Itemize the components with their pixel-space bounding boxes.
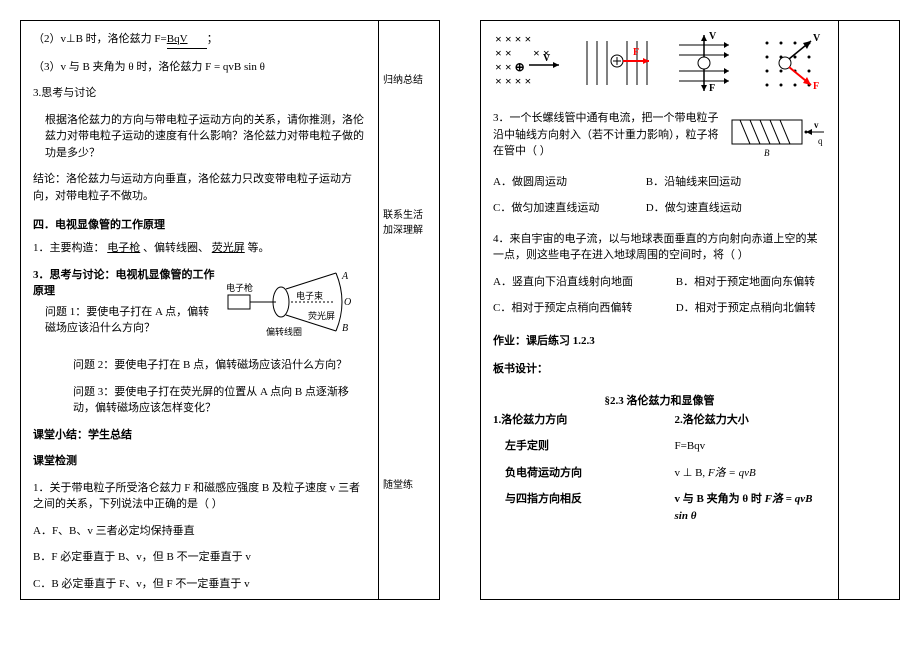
svg-text:× × ⊕: × × ⊕ xyxy=(495,60,525,74)
q3-opts: A．做圆周运动 B．沿轴线来回运动 xyxy=(493,174,826,191)
test-heading: 课堂检测 xyxy=(33,453,366,470)
lbl-V: V xyxy=(709,31,717,42)
svg-text:× ×: × × xyxy=(495,46,512,60)
q2: 问题 2：要使电子打在 B 点，偏转磁场应该沿什么方向？ xyxy=(73,357,366,374)
q4-opts: A．竖直向下沿直线射向地面 B．相对于预定地面向东偏转 xyxy=(493,274,826,291)
q3a: A．做圆周运动 xyxy=(493,174,643,191)
r3b-pre: v 与 B 夹角为 θ 时 xyxy=(675,493,765,505)
txt: （2）v⊥B 时，洛伦兹力 F= xyxy=(33,33,167,45)
test-q1a: A．F、B、v 三者必定均保持垂直 xyxy=(33,523,366,540)
section-4-title: 四．电视显像管的工作原理 xyxy=(33,216,366,232)
page1-main: （2）v⊥B 时，洛伦兹力 F=BqV； （3）v 与 B 夹角为 θ 时，洛伦… xyxy=(21,21,379,599)
lbl-coil: 偏转线圈 xyxy=(266,326,302,337)
page2-annotations xyxy=(839,21,899,599)
txt: 、偏转线圈、 xyxy=(143,242,209,254)
q4a: A．竖直向下沿直线射向地面 xyxy=(493,274,673,291)
lbl-beam: 电子束 xyxy=(296,290,323,301)
q3d: D．做匀速直线运动 xyxy=(646,202,742,214)
r2pre: v ⊥ B, xyxy=(675,467,706,479)
lbl-v: v xyxy=(814,120,819,130)
lbl-F: F xyxy=(709,83,715,94)
svg-text:× × × ×: × × × × xyxy=(495,74,531,88)
r2a: 负电荷运动方向 xyxy=(505,465,645,482)
summary: 课堂小结：学生总结 xyxy=(33,427,366,444)
test-q1b: B．F 必定垂直于 B、v，但 B 不一定垂直于 v xyxy=(33,549,366,566)
diagram-2: F xyxy=(583,31,655,98)
q3: 问题 3：要使电子打在荧光屏的位置从 A 点向 B 点逐渐移动，偏转磁场应该怎样… xyxy=(73,384,366,417)
q4c: C．相对于预定点稍向西偏转 xyxy=(493,300,673,317)
col-2: 2.洛伦兹力大小 F=Bqv v ⊥ B, F洛 = qvB v 与 B 夹角为… xyxy=(675,412,827,535)
board-title: §2.3 洛伦兹力和显像管 xyxy=(493,392,826,408)
col1-h: 1.洛伦兹力方向 xyxy=(493,412,645,429)
line-6: 1．主要构造： 电子枪 、偏转线圈、 荧光屏 等。 xyxy=(33,240,366,257)
homework: 作业：课后练习 1.2.3 xyxy=(493,333,826,350)
lbl-O: O xyxy=(344,297,351,308)
txt: 3.思考与讨论 xyxy=(33,87,96,99)
diagram-1: × × × × × ×× × × × ⊕ × × × × V xyxy=(493,31,565,98)
r2b: v ⊥ B, F洛 = qvB xyxy=(675,465,827,482)
lbl-V: V xyxy=(813,33,821,44)
r1b: F=Bqv xyxy=(675,438,827,455)
board-columns: 1.洛伦兹力方向 左手定则 负电荷运动方向 与四指方向相反 2.洛伦兹力大小 F… xyxy=(493,412,826,535)
line-3: （3）v 与 B 夹角为 θ 时，洛伦兹力 F = qvB sin θ xyxy=(33,59,366,76)
test-q1: 1．关于带电粒子所受洛仑兹力 F 和磁感应强度 B 及粒子速度 v 三者之间的关… xyxy=(33,480,366,513)
line-5: 结论：洛伦兹力与运动方向垂直，洛伦兹力只改变带电粒子运动方向，对带电粒子不做功。 xyxy=(33,171,366,204)
lbl-q: q xyxy=(818,136,823,146)
col-1: 1.洛伦兹力方向 左手定则 负电荷运动方向 与四指方向相反 xyxy=(493,412,645,535)
lbl-screen: 荧光屏 xyxy=(308,310,335,321)
page2-main: × × × × × ×× × × × ⊕ × × × × V xyxy=(481,21,839,599)
r3b: v 与 B 夹角为 θ 时 F洛 = qvB sin θ xyxy=(675,491,827,524)
annotation-1: 归纳总结 xyxy=(383,71,435,86)
page-1: （2）v⊥B 时，洛伦兹力 F=BqV； （3）v 与 B 夹角为 θ 时，洛伦… xyxy=(20,20,440,600)
annotation-2a: 联系生活 xyxy=(383,206,435,221)
page1-annotations: 归纳总结 联系生活 加深理解 随堂练 xyxy=(379,21,439,599)
txt: 根据洛伦兹力的方向与带电粒子运动方向的关系，请你推测，洛伦兹力对带电粒子运动的速… xyxy=(45,114,364,159)
q3-block: v q B 3．一个长螺线管中通有电流，把一个带电粒子沿中轴线方向射入（若不计重… xyxy=(493,110,826,164)
annotation-2b: 加深理解 xyxy=(383,221,435,236)
q3-opts2: C．做匀加速直线运动 D．做匀速直线运动 xyxy=(493,200,826,217)
q4d: D．相对于预定点稍向北偏转 xyxy=(676,302,816,314)
col2-h: 2.洛伦兹力大小 xyxy=(675,412,827,429)
test-q1c: C．B 必定垂直于 F、v，但 F 不一定垂直于 v xyxy=(33,576,366,593)
annotation-3: 随堂练 xyxy=(383,476,435,491)
page-2: × × × × × ×× × × × ⊕ × × × × V xyxy=(480,20,900,600)
txt: ； xyxy=(207,33,218,45)
diagram-4: V F xyxy=(759,31,831,98)
board-design: 板书设计： xyxy=(493,361,826,378)
solenoid-diagram: v q B xyxy=(728,110,826,164)
svg-text:× × × ×: × × × × xyxy=(495,32,531,46)
ul-screen: 荧光屏 xyxy=(212,242,245,254)
r3a: 与四指方向相反 xyxy=(505,491,645,508)
q3-text: 3．一个长螺线管中通有电流，把一个带电粒子沿中轴线方向射入（若不计重力影响），粒… xyxy=(493,112,719,157)
r1a: 左手定则 xyxy=(505,438,645,455)
txt: 结论：洛伦兹力与运动方向垂直，洛伦兹力只改变带电粒子运动方向，对带电粒子不做功。 xyxy=(33,173,352,202)
lbl-B: B xyxy=(764,148,770,158)
diagram-row: × × × × × ×× × × × ⊕ × × × × V xyxy=(493,31,826,98)
q3b: B．沿轴线来回运动 xyxy=(646,176,741,188)
line-think: 3.思考与讨论 xyxy=(33,85,366,102)
txt: 等。 xyxy=(248,242,270,254)
txt: （3）v 与 B 夹角为 θ 时，洛伦兹力 F = qvB sin θ xyxy=(33,61,265,73)
q4-opts2: C．相对于预定点稍向西偏转 D．相对于预定点稍向北偏转 xyxy=(493,300,826,317)
blank-bqv: BqV xyxy=(167,31,207,49)
q4: 4．来自宇宙的电子流，以与地球表面垂直的方向射向赤道上空的某一点，则这些电子在进… xyxy=(493,231,826,264)
lbl-F: F xyxy=(633,47,639,58)
tube-diagram: 电子枪 电子束 荧光屏 偏转线圈 A O B xyxy=(226,267,366,348)
lbl-V: V xyxy=(543,53,551,64)
lbl-A: A xyxy=(341,271,349,282)
txt: 1．主要构造： xyxy=(33,242,105,254)
q4b: B．相对于预定地面向东偏转 xyxy=(676,276,815,288)
q3c: C．做匀加速直线运动 xyxy=(493,200,643,217)
lbl-B: B xyxy=(342,323,348,334)
line-4: 根据洛伦兹力的方向与带电粒子运动方向的关系，请你推测，洛伦兹力对带电粒子运动的速… xyxy=(45,112,366,162)
ul-gun: 电子枪 xyxy=(107,242,140,254)
tube-block: 电子枪 电子束 荧光屏 偏转线圈 A O B 3．思考与讨论：电视机显像管的工作… xyxy=(33,267,366,348)
lbl-F: F xyxy=(813,81,819,92)
diagram-3: V F xyxy=(673,31,741,98)
r2eq: F洛 = qvB xyxy=(708,467,756,479)
lbl-gun: 电子枪 xyxy=(226,282,253,293)
line-2: （2）v⊥B 时，洛伦兹力 F=BqV； xyxy=(33,31,366,49)
